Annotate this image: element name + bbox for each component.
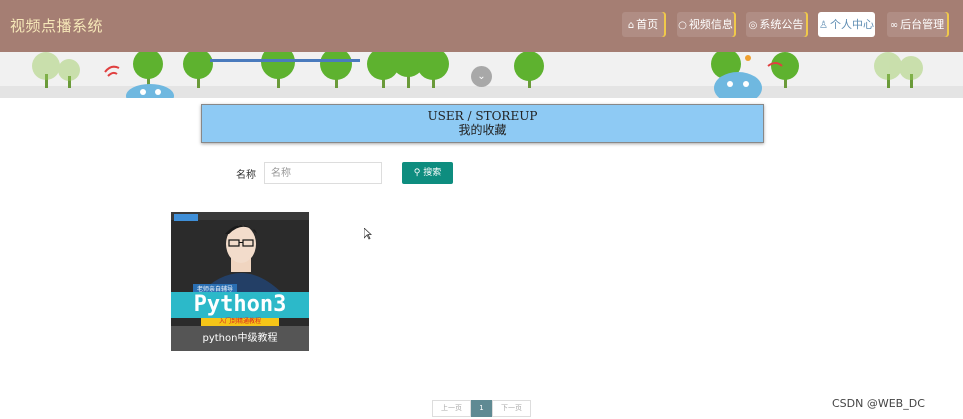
- nav-item-label: 个人中心: [829, 18, 874, 31]
- chat-icon: ○: [678, 20, 687, 31]
- page-number[interactable]: 1: [471, 400, 492, 417]
- name-search-input[interactable]: [264, 162, 382, 184]
- search-label: 名称: [236, 170, 256, 181]
- thumbnail-title: Python3: [171, 292, 309, 318]
- watermark: CSDN @WEB_DC: [832, 397, 925, 410]
- video-thumbnail[interactable]: 老师亲自辅导 Python3 入门到精通教程: [171, 212, 309, 326]
- prev-page-button[interactable]: 上一页: [432, 400, 471, 417]
- favorite-card[interactable]: 老师亲自辅导 Python3 入门到精通教程 python中级教程: [171, 212, 309, 351]
- nav-item-label: 首页: [636, 18, 659, 31]
- scroll-down-button[interactable]: ⌄: [471, 66, 492, 87]
- section-header: USER / STOREUP 我的收藏: [201, 104, 764, 143]
- user-icon: ♙: [819, 20, 828, 31]
- announcement-icon: ◎: [748, 20, 758, 31]
- section-title-en: USER / STOREUP: [427, 109, 538, 123]
- nav-item-admin[interactable]: ∞ 后台管理: [887, 12, 947, 37]
- site-title[interactable]: 视频点播系统: [10, 15, 103, 36]
- section-title-zh: 我的收藏: [458, 123, 507, 137]
- video-title[interactable]: python中级教程: [171, 326, 309, 351]
- home-icon: ⌂: [627, 20, 635, 31]
- nav-item-label: 视频信息: [688, 18, 733, 31]
- link-icon: ∞: [889, 20, 899, 31]
- search-button-label: 搜索: [423, 168, 442, 178]
- nav-item-videos[interactable]: ○ 视频信息: [677, 12, 734, 37]
- nav-item-announcements[interactable]: ◎ 系统公告: [746, 12, 806, 37]
- nav-item-profile[interactable]: ♙ 个人中心: [818, 12, 875, 37]
- nav-item-home[interactable]: ⌂ 首页: [622, 12, 664, 37]
- thumbnail-subtitle: 入门到精通教程: [201, 318, 279, 326]
- next-page-button[interactable]: 下一页: [492, 400, 531, 417]
- mouse-cursor-icon: [364, 228, 372, 240]
- chevron-down-icon: ⌄: [477, 71, 486, 82]
- nav-item-label: 系统公告: [759, 18, 804, 31]
- search-button[interactable]: ⚲ 搜索: [402, 162, 453, 184]
- nav-item-label: 后台管理: [900, 18, 945, 31]
- search-icon: ⚲: [413, 168, 421, 178]
